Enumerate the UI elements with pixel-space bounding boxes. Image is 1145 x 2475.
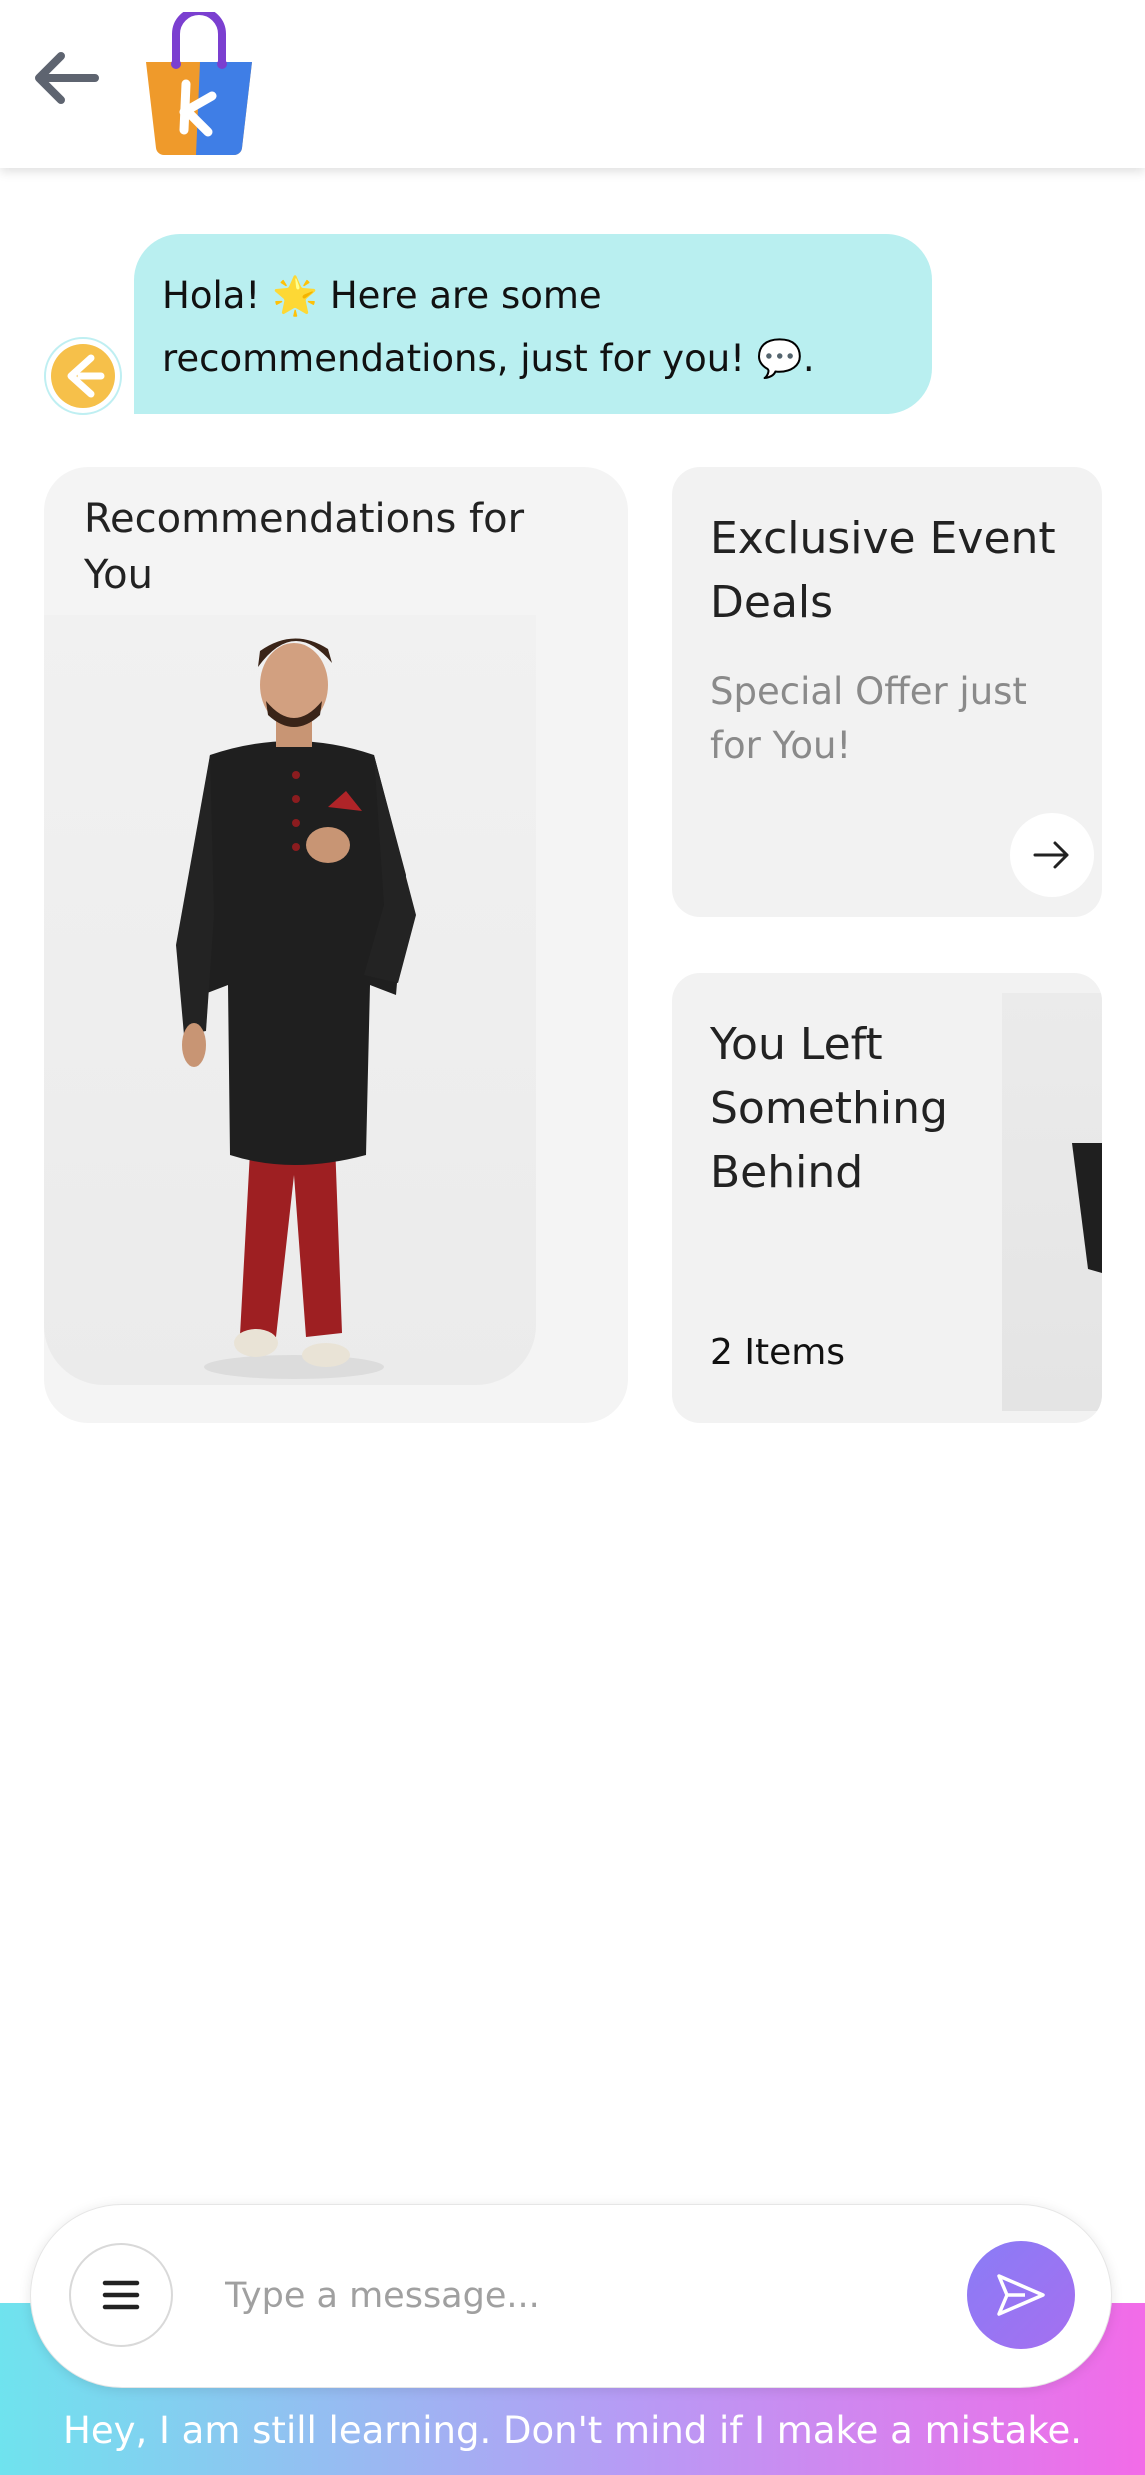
shopping-bag-logo-icon (138, 7, 260, 156)
app-header (0, 0, 1145, 168)
greeting-line-2: recommendations, just for you! 💬. (162, 337, 815, 380)
deals-subtitle: Special Offer just for You! (710, 670, 1027, 767)
recommendations-title: Recommendations for You (84, 496, 525, 598)
left-behind-card[interactable]: You Left Something Behind 2 Items (672, 973, 1102, 1423)
arrow-right-icon (1033, 841, 1069, 869)
left-behind-count: 2 Items (710, 1332, 846, 1373)
left-behind-thumbnail (1002, 993, 1102, 1411)
message-composer (30, 2204, 1112, 2388)
greeting-line-1: Hola! 🌟 Here are some (162, 274, 602, 317)
message-input[interactable] (223, 2253, 947, 2339)
recommendations-card[interactable]: Recommendations for You (44, 467, 628, 1423)
back-button[interactable] (28, 44, 104, 112)
deals-arrow-button[interactable] (1010, 813, 1094, 897)
left-behind-title: You Left Something Behind (710, 1019, 948, 1198)
deals-title: Exclusive Event Deals (710, 513, 1056, 628)
menu-icon (102, 2280, 140, 2310)
send-button[interactable] (967, 2241, 1075, 2349)
bot-avatar-icon (44, 337, 122, 415)
product-image[interactable] (44, 615, 536, 1385)
bot-message-bubble: Hola! 🌟 Here are some recommendations, j… (134, 234, 932, 414)
footer-disclaimer: Hey, I am still learning. Don't mind if … (63, 2409, 1082, 2452)
exclusive-deals-card[interactable]: Exclusive Event Deals Special Offer just… (672, 467, 1102, 917)
menu-button[interactable] (69, 2243, 173, 2347)
send-icon (997, 2274, 1045, 2316)
arrow-left-icon (35, 52, 99, 104)
